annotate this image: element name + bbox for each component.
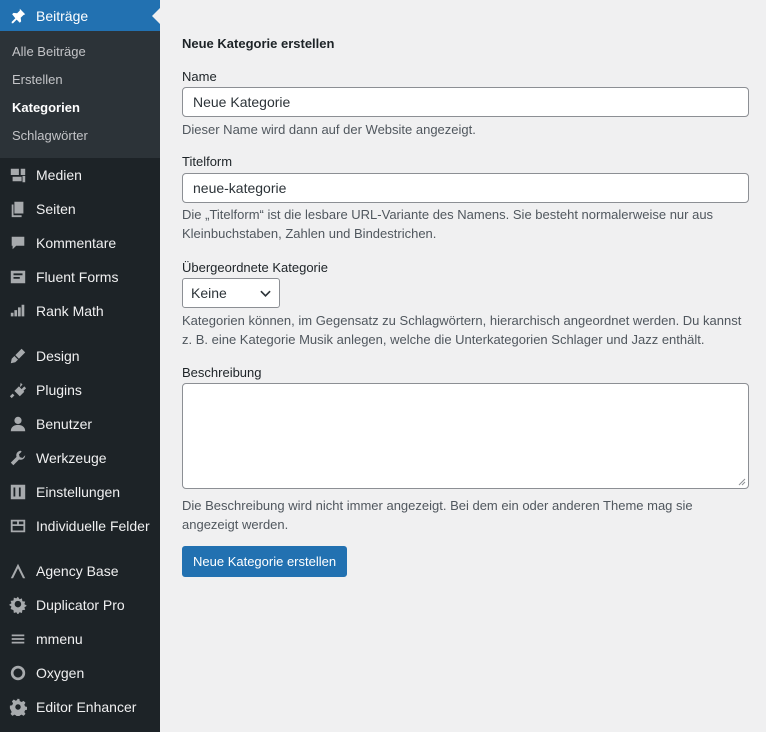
description-textarea[interactable] <box>182 383 749 489</box>
description-label: Beschreibung <box>182 365 262 380</box>
menu-item-mmenu[interactable]: mmenu <box>0 622 160 656</box>
menu-item-label: Plugins <box>36 382 82 398</box>
add-category-button[interactable]: Neue Kategorie erstellen <box>182 546 348 577</box>
name-description: Dieser Name wird dann auf der Website an… <box>182 122 476 137</box>
resize-grip-icon[interactable] <box>738 478 746 486</box>
menu-item-kommentare[interactable]: Kommentare <box>0 226 160 260</box>
menu-item-oxygen[interactable]: Oxygen <box>0 656 160 690</box>
menu-item-duplicator-pro[interactable]: Duplicator Pro <box>0 588 160 622</box>
menu-item-label: Fluent Forms <box>36 269 119 285</box>
forms-icon <box>0 268 36 286</box>
slug-input[interactable]: neue-kategorie <box>182 173 749 203</box>
submenu-item-kategorien[interactable]: Kategorien <box>0 94 160 122</box>
menu-item-label: Seiten <box>36 201 76 217</box>
wrench-icon <box>0 449 36 467</box>
submenu-item-alle-beitraege[interactable]: Alle Beiträge <box>0 38 160 66</box>
menu-item-label: Oxygen <box>36 665 85 681</box>
menu-item-label: Werkzeuge <box>36 450 107 466</box>
oxygen-icon <box>0 664 36 682</box>
name-input[interactable]: Neue Kategorie <box>182 87 749 117</box>
parent-description: Kategorien können, im Gegensatz zu Schla… <box>182 313 742 347</box>
menu-item-label: Duplicator Pro <box>36 597 125 613</box>
comments-icon <box>0 234 36 252</box>
slug-label: Titelform <box>182 154 233 169</box>
menu-item-beitraege[interactable]: Beiträge <box>0 0 160 31</box>
admin-sidebar: Beiträge Alle Beiträge Erstellen Kategor… <box>0 0 160 732</box>
menu-item-rank-math[interactable]: Rank Math <box>0 294 160 328</box>
slug-description: Die „Titelform“ ist die lesbare URL-Vari… <box>182 207 714 241</box>
menu-item-label: Individuelle Felder <box>36 518 150 534</box>
pages-icon <box>0 200 36 218</box>
menu-item-einstellungen[interactable]: Einstellungen <box>0 475 160 509</box>
gear-icon <box>0 698 36 716</box>
menu-icon <box>0 630 36 648</box>
menu-item-label: Design <box>36 348 80 364</box>
name-label: Name <box>182 69 217 84</box>
submenu-item-erstellen[interactable]: Erstellen <box>0 66 160 94</box>
menu-item-label: Benutzer <box>36 416 93 432</box>
menu-item-seiten[interactable]: Seiten <box>0 192 160 226</box>
settings-icon <box>0 483 36 501</box>
rank-math-icon <box>0 302 36 320</box>
menu-item-label: mmenu <box>36 631 83 647</box>
fields-icon <box>0 517 36 535</box>
menu-item-werkzeuge[interactable]: Werkzeuge <box>0 441 160 475</box>
menu-item-label: Kommentare <box>36 235 117 251</box>
duplicator-icon <box>0 596 36 614</box>
parent-label: Übergeordnete Kategorie <box>182 260 328 275</box>
menu-item-individuelle-felder[interactable]: Individuelle Felder <box>0 509 160 543</box>
menu-item-medien[interactable]: Medien <box>0 158 160 192</box>
submenu-item-schlagwoerter[interactable]: Schlagwörter <box>0 122 160 150</box>
menu-item-label: Agency Base <box>36 563 119 579</box>
menu-item-label: Beiträge <box>36 7 89 24</box>
menu-item-label: Editor Enhancer <box>36 699 137 715</box>
menu-item-label: Medien <box>36 167 82 183</box>
brush-icon <box>0 347 36 365</box>
submenu: Alle Beiträge Erstellen Kategorien Schla… <box>0 31 160 158</box>
menu-item-editor-enhancer[interactable]: Editor Enhancer <box>0 690 160 724</box>
menu-item-benutzer[interactable]: Benutzer <box>0 407 160 441</box>
media-icon <box>0 166 36 184</box>
plugin-icon <box>0 381 36 399</box>
user-icon <box>0 415 36 433</box>
form-title: Neue Kategorie erstellen <box>182 36 335 51</box>
agency-icon <box>0 562 36 580</box>
menu-item-plugins[interactable]: Plugins <box>0 373 160 407</box>
chevron-down-icon <box>260 290 271 297</box>
description-hint: Die Beschreibung wird nicht immer angeze… <box>182 498 693 532</box>
parent-select-value: Keine <box>191 285 227 301</box>
menu-item-fluent-forms[interactable]: Fluent Forms <box>0 260 160 294</box>
pin-icon <box>0 7 36 25</box>
menu-item-label: Rank Math <box>36 303 104 319</box>
parent-select[interactable]: Keine <box>182 278 280 308</box>
menu-item-agency-base[interactable]: Agency Base <box>0 554 160 588</box>
menu-item-design[interactable]: Design <box>0 339 160 373</box>
menu-item-label: Einstellungen <box>36 484 121 500</box>
